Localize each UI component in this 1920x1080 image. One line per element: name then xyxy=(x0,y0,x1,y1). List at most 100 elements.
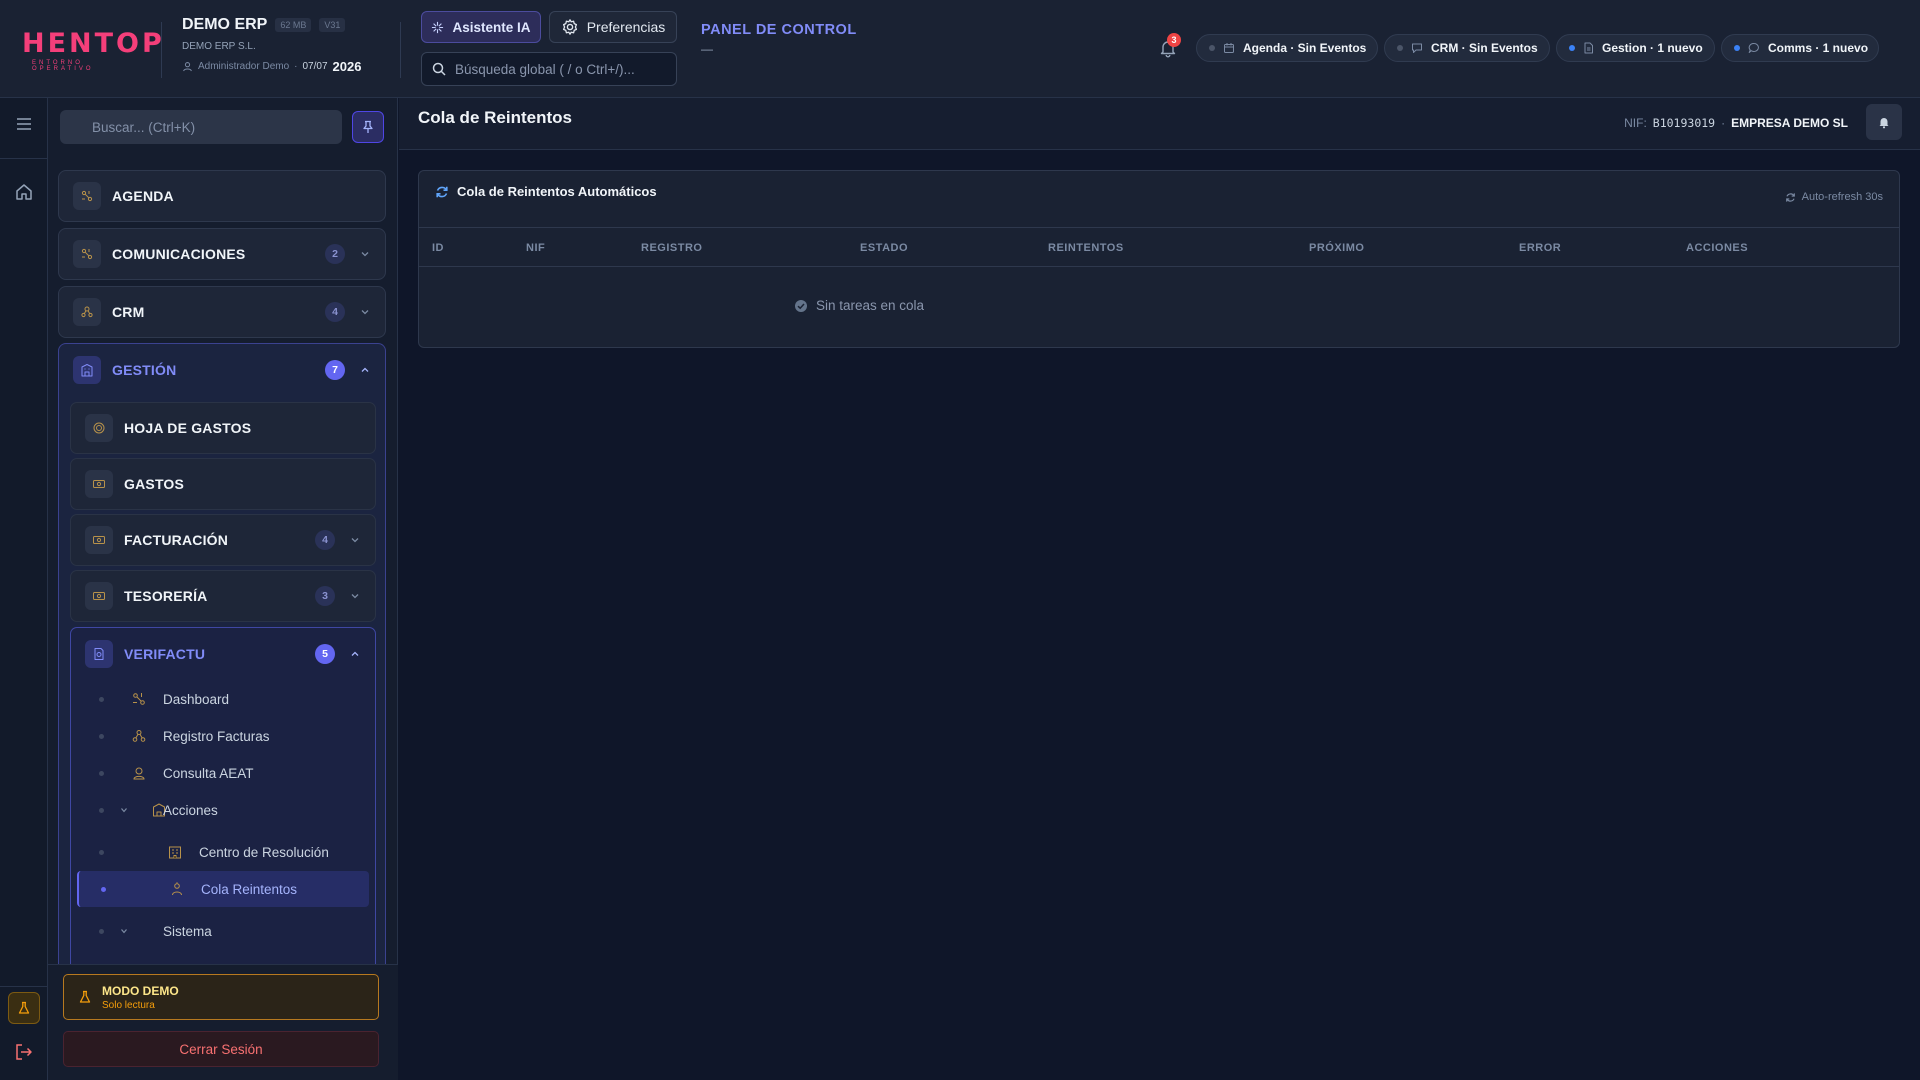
preferences-button[interactable]: Preferencias xyxy=(549,11,677,43)
count-badge: 7 xyxy=(325,360,345,380)
sidebar-item-centro-de-resolucion[interactable]: Centro de Resolución xyxy=(77,834,369,870)
chevron-up-icon[interactable] xyxy=(349,648,361,660)
column-header-registro[interactable]: REGISTRO xyxy=(641,242,702,254)
header-notifications-button[interactable] xyxy=(1866,104,1902,140)
chevron-down-icon[interactable] xyxy=(119,805,129,815)
icon-rail xyxy=(0,98,48,1080)
empty-state: Sin tareas en cola xyxy=(794,298,924,313)
panel-subtitle: — xyxy=(701,42,713,56)
chevron-down-icon[interactable] xyxy=(349,534,361,546)
count-badge: 4 xyxy=(325,302,345,322)
column-header-estado[interactable]: ESTADO xyxy=(860,242,908,254)
company-name: EMPRESA DEMO SL xyxy=(1731,116,1848,130)
current-date: 07/07 xyxy=(302,61,328,72)
home-icon[interactable] xyxy=(14,182,34,202)
sidebar-item-label: GESTIÓN xyxy=(112,362,177,378)
sidebar: AGENDA COMUNICACIONES 2 CRM 4 GESTIÓN xyxy=(48,98,398,1080)
sidebar-item-facturacion[interactable]: FACTURACIÓN 4 xyxy=(70,514,376,566)
search-icon xyxy=(432,62,446,76)
divider xyxy=(400,22,401,78)
sidebar-search[interactable] xyxy=(60,110,342,144)
app-logo[interactable]: HENTOP ENTORNO OPERATIVO xyxy=(22,30,162,73)
retry-queue-card: Cola de Reintentos Automáticos Auto-refr… xyxy=(418,170,1900,348)
network-icon xyxy=(132,730,146,742)
user-name: Administrador Demo xyxy=(198,61,290,72)
pin-sidebar-button[interactable] xyxy=(352,111,384,143)
panel-title[interactable]: PANEL DE CONTROL xyxy=(701,22,857,38)
sidebar-item-crm[interactable]: CRM 4 xyxy=(58,286,386,338)
sidebar-item-label: GASTOS xyxy=(124,476,185,492)
chevron-down-icon[interactable] xyxy=(119,926,129,936)
hamburger-menu-icon[interactable] xyxy=(14,114,34,134)
sidebar-item-hoja-de-gastos[interactable]: HOJA DE GASTOS xyxy=(70,402,376,454)
divider xyxy=(0,158,48,159)
current-year: 2026 xyxy=(332,59,362,74)
column-header-nif[interactable]: NIF xyxy=(526,242,545,254)
flask-icon xyxy=(18,1001,30,1014)
calendar-icon xyxy=(1224,43,1234,53)
count-badge: 3 xyxy=(315,586,335,606)
app-brand: DEMO ERP 62 MB V31 DEMO ERP S.L. Adminis… xyxy=(182,16,402,74)
nif-label: NIF: xyxy=(1624,116,1647,130)
sidebar-item-label: HOJA DE GASTOS xyxy=(124,420,252,436)
page-title: Cola de Reintentos xyxy=(418,108,572,127)
status-pill-crm[interactable]: CRM · Sin Eventos xyxy=(1384,34,1550,62)
flask-icon xyxy=(79,990,91,1003)
sidebar-item-registro-facturas[interactable]: Registro Facturas xyxy=(77,718,369,754)
sidebar-group-gestion: GESTIÓN 7 HOJA DE GASTOS GASTOS FACTURAC… xyxy=(58,343,386,1063)
chevron-up-icon[interactable] xyxy=(359,364,371,376)
status-pill-comms[interactable]: Comms · 1 nuevo xyxy=(1721,34,1879,62)
building-icon xyxy=(81,364,93,377)
count-badge: 2 xyxy=(325,244,345,264)
sidebar-item-gestion[interactable]: GESTIÓN 7 xyxy=(59,344,385,396)
sidebar-item-dashboard[interactable]: Dashboard xyxy=(77,681,369,717)
global-search[interactable] xyxy=(421,52,677,86)
crm-module-icon xyxy=(81,306,93,318)
demo-mode-button[interactable] xyxy=(8,992,40,1024)
sidebar-item-cola-reintentos[interactable]: Cola Reintentos xyxy=(77,871,369,907)
auto-refresh-indicator: Auto-refresh 30s xyxy=(1785,191,1883,203)
column-header-proximo[interactable]: PRÓXIMO xyxy=(1309,242,1364,254)
column-header-reintentos[interactable]: REINTENTOS xyxy=(1048,242,1124,254)
column-header-error[interactable]: ERROR xyxy=(1519,242,1561,254)
sidebar-item-sistema[interactable]: Sistema xyxy=(77,913,369,949)
sidebar-item-agenda[interactable]: AGENDA xyxy=(58,170,386,222)
sidebar-item-acciones[interactable]: Acciones xyxy=(77,792,369,828)
status-pill-agenda[interactable]: Agenda · Sin Eventos xyxy=(1196,34,1378,62)
status-dot xyxy=(1209,45,1215,51)
bank-icon xyxy=(133,767,145,780)
sidebar-item-gastos[interactable]: GASTOS xyxy=(70,458,376,510)
sidebar-item-verifactu[interactable]: VERIFACTU 5 xyxy=(71,628,375,680)
table-header: ID NIF REGISTRO ESTADO REINTENTOS PRÓXIM… xyxy=(419,227,1899,267)
column-header-id[interactable]: ID xyxy=(432,242,444,254)
sidebar-item-label: TESORERÍA xyxy=(124,588,208,604)
chat-icon xyxy=(1412,43,1422,53)
sidebar-item-label: CRM xyxy=(112,304,145,320)
dashboard-icon xyxy=(133,693,145,705)
divider xyxy=(161,22,162,78)
sidebar-item-consulta-aeat[interactable]: Consulta AEAT xyxy=(77,755,369,791)
sidebar-item-comunicaciones[interactable]: COMUNICACIONES 2 xyxy=(58,228,386,280)
ai-assistant-button[interactable]: Asistente IA xyxy=(421,11,541,43)
divider xyxy=(0,986,48,987)
column-header-acciones[interactable]: ACCIONES xyxy=(1686,242,1748,254)
global-search-input[interactable] xyxy=(455,61,665,77)
nif-value: B10193019 xyxy=(1652,116,1716,130)
demo-mode-title: MODO DEMO xyxy=(102,983,179,998)
agenda-module-icon xyxy=(81,190,93,202)
chevron-down-icon[interactable] xyxy=(359,306,371,318)
sidebar-search-input[interactable] xyxy=(92,119,332,135)
chevron-down-icon[interactable] xyxy=(349,590,361,602)
refresh-icon xyxy=(436,186,448,197)
logout-button[interactable]: Cerrar Sesión xyxy=(63,1031,379,1067)
logout-icon[interactable] xyxy=(14,1042,34,1062)
company-name: DEMO ERP S.L. xyxy=(182,41,256,52)
version-tag: V31 xyxy=(319,18,346,32)
sidebar-item-tesoreria[interactable]: TESORERÍA 3 xyxy=(70,570,376,622)
sparkle-icon xyxy=(432,21,444,33)
chevron-down-icon[interactable] xyxy=(359,248,371,260)
comunicaciones-module-icon xyxy=(81,248,93,260)
document-icon xyxy=(1584,42,1593,54)
status-pill-gestion[interactable]: Gestion · 1 nuevo xyxy=(1556,34,1715,62)
sidebar-item-label: VERIFACTU xyxy=(124,646,206,662)
